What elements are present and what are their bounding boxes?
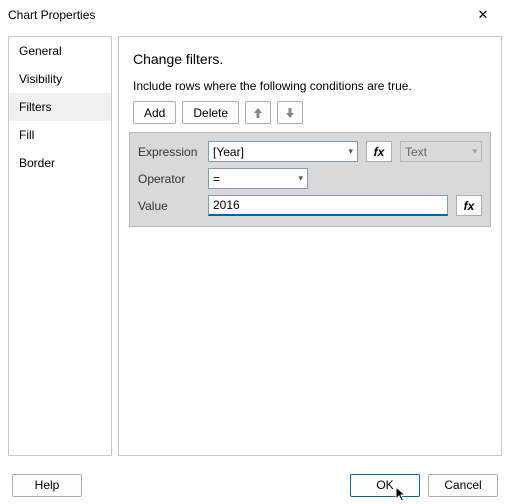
sidebar-item-label: General xyxy=(19,44,62,58)
expression-label: Expression xyxy=(138,145,200,159)
sidebar: General Visibility Filters Fill Border xyxy=(8,36,112,456)
operator-label: Operator xyxy=(138,172,200,186)
window-title: Chart Properties xyxy=(8,8,464,22)
chart-properties-dialog: Chart Properties ✕ General Visibility Fi… xyxy=(0,0,510,504)
sidebar-item-fill[interactable]: Fill xyxy=(9,121,111,149)
titlebar: Chart Properties ✕ xyxy=(0,0,510,30)
close-icon: ✕ xyxy=(478,7,489,23)
fx-icon: fx xyxy=(464,199,475,213)
sidebar-item-label: Fill xyxy=(19,128,34,142)
sidebar-item-visibility[interactable]: Visibility xyxy=(9,65,111,93)
move-down-button[interactable] xyxy=(277,101,303,124)
delete-button[interactable]: Delete xyxy=(182,101,239,124)
arrow-up-icon xyxy=(253,107,263,119)
add-button-label: Add xyxy=(144,106,165,120)
expression-value: [Year] xyxy=(213,145,244,159)
sidebar-item-border[interactable]: Border xyxy=(9,149,111,177)
arrow-down-icon xyxy=(285,107,295,119)
delete-button-label: Delete xyxy=(193,106,228,120)
chevron-down-icon: ▾ xyxy=(298,173,303,184)
sidebar-item-label: Visibility xyxy=(19,72,62,86)
filter-editor: Expression [Year] ▾ fx Text ▾ Operator = xyxy=(129,132,491,227)
panel-heading: Change filters. xyxy=(119,37,501,73)
chevron-down-icon: ▾ xyxy=(348,146,353,157)
sidebar-item-general[interactable]: General xyxy=(9,37,111,65)
help-button-label: Help xyxy=(35,478,60,492)
close-button[interactable]: ✕ xyxy=(464,1,502,29)
cancel-button[interactable]: Cancel xyxy=(428,474,498,497)
move-up-button[interactable] xyxy=(245,101,271,124)
type-combo-disabled: Text ▾ xyxy=(400,141,482,162)
sidebar-item-label: Filters xyxy=(19,100,52,114)
cancel-button-label: Cancel xyxy=(444,478,481,492)
empty-area xyxy=(119,237,501,455)
chevron-down-icon: ▾ xyxy=(472,146,477,157)
type-value: Text xyxy=(405,145,427,159)
value-input[interactable] xyxy=(208,195,448,216)
sidebar-item-label: Border xyxy=(19,156,55,170)
value-label: Value xyxy=(138,199,200,213)
operator-combo[interactable]: = ▾ xyxy=(208,168,308,189)
dialog-footer: Help OK Cancel xyxy=(0,466,510,504)
add-button[interactable]: Add xyxy=(133,101,176,124)
sidebar-item-filters[interactable]: Filters xyxy=(9,93,111,121)
operator-value: = xyxy=(213,172,220,186)
caption: Include rows where the following conditi… xyxy=(119,73,501,93)
help-button[interactable]: Help xyxy=(12,474,82,497)
value-fx-button[interactable]: fx xyxy=(456,195,482,216)
ok-button[interactable]: OK xyxy=(350,474,420,497)
main-panel: Change filters. Include rows where the f… xyxy=(118,36,502,456)
fx-icon: fx xyxy=(374,145,385,159)
expression-fx-button[interactable]: fx xyxy=(366,141,392,162)
filter-toolbar: Add Delete xyxy=(119,93,501,132)
expression-combo[interactable]: [Year] ▾ xyxy=(208,141,358,162)
ok-button-label: OK xyxy=(376,478,393,492)
